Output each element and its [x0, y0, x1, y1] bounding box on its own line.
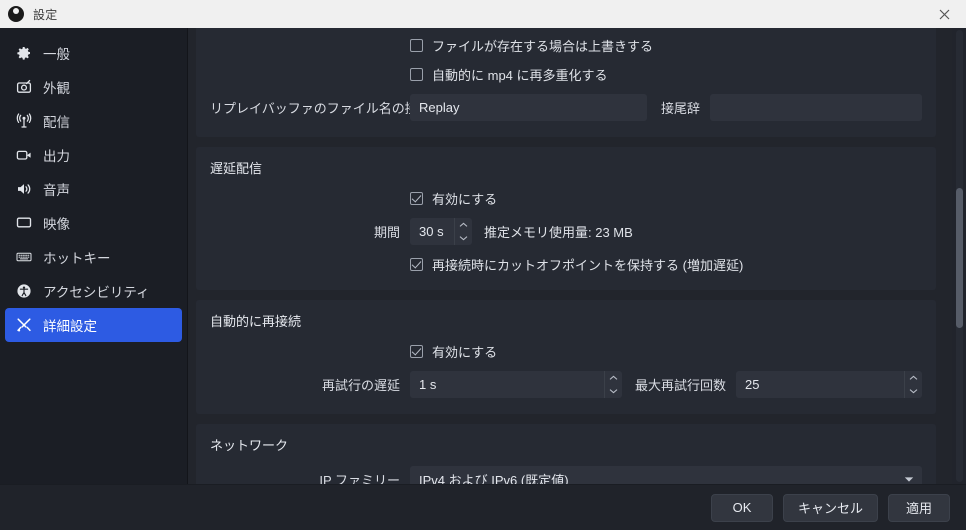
remux-checkbox[interactable]	[410, 68, 423, 81]
ok-button[interactable]: OK	[710, 493, 773, 522]
delay-duration-value: 30 s	[419, 224, 444, 239]
reconnect-enable-checkbox[interactable]	[410, 345, 423, 358]
sidebar-item-label: 詳細設定	[43, 319, 97, 334]
reconnect-group: 自動的に再接続 有効にする 再試行の遅延 1 s 最大再試行回数 25	[196, 300, 936, 414]
sidebar-item-label: 映像	[43, 217, 70, 232]
delay-enable-row[interactable]: 有効にする	[210, 189, 922, 208]
chevron-down-icon[interactable]	[896, 476, 922, 483]
max-retries-spinbox[interactable]: 25	[736, 371, 922, 398]
remux-checkbox-row[interactable]: 自動的に mp4 に再多重化する	[210, 65, 922, 84]
close-icon[interactable]	[922, 0, 966, 28]
appearance-icon	[14, 77, 34, 97]
overwrite-checkbox-label: ファイルが存在する場合は上書きする	[432, 39, 654, 54]
sidebar-item-label: 出力	[43, 149, 70, 164]
retry-delay-spinbox[interactable]: 1 s	[410, 371, 622, 398]
spin-down-icon[interactable]	[905, 385, 922, 399]
sidebar-item-general[interactable]: 一般	[5, 36, 182, 70]
sidebar-item-label: 一般	[43, 47, 70, 62]
sidebar-item-hotkeys[interactable]: ホットキー	[5, 240, 182, 274]
sidebar-item-label: 配信	[43, 115, 70, 130]
cancel-button[interactable]: キャンセル	[782, 493, 878, 522]
overwrite-checkbox-row[interactable]: ファイルが存在する場合は上書きする	[210, 36, 922, 55]
speaker-icon	[14, 179, 34, 199]
spin-up-icon[interactable]	[905, 371, 922, 385]
sidebar-item-audio[interactable]: 音声	[5, 172, 182, 206]
max-retries-label: 最大再試行回数	[635, 378, 727, 393]
replay-prefix-label: リプレイバッファのファイル名の接頭辞	[210, 101, 444, 116]
spin-up-icon[interactable]	[605, 371, 622, 385]
sidebar-item-label: 音声	[43, 183, 70, 198]
spin-down-icon[interactable]	[455, 232, 472, 246]
sidebar-item-appearance[interactable]: 外観	[5, 70, 182, 104]
recording-group: ファイルが存在する場合は上書きする 自動的に mp4 に再多重化する リプレイバ…	[196, 28, 936, 137]
window-title: 設定	[33, 7, 58, 22]
sidebar-item-label: ホットキー	[43, 251, 111, 266]
network-group-title: ネットワーク	[210, 438, 289, 453]
dialog-footer: OK キャンセル 適用	[0, 484, 966, 530]
settings-content: ファイルが存在する場合は上書きする 自動的に mp4 に再多重化する リプレイバ…	[188, 28, 966, 484]
retry-delay-arrows[interactable]	[604, 371, 622, 398]
scroll-viewport: ファイルが存在する場合は上書きする 自動的に mp4 に再多重化する リプレイバ…	[188, 28, 952, 484]
replay-suffix-input[interactable]	[710, 94, 922, 121]
retry-delay-label: 再試行の遅延	[321, 378, 400, 393]
sidebar-item-output[interactable]: 出力	[5, 138, 182, 172]
sidebar-item-advanced[interactable]: 詳細設定	[5, 308, 182, 342]
delay-duration-label: 期間	[373, 225, 400, 240]
accessibility-icon	[14, 281, 34, 301]
delay-preserve-checkbox[interactable]	[410, 258, 423, 271]
max-retries-arrows[interactable]	[904, 371, 922, 398]
title-bar: 設定	[0, 0, 966, 28]
remux-checkbox-label: 自動的に mp4 に再多重化する	[432, 68, 608, 83]
content-scrollbar[interactable]	[952, 28, 966, 484]
keyboard-icon	[14, 247, 34, 267]
sidebar-item-accessibility[interactable]: アクセシビリティ	[5, 274, 182, 308]
output-camera-icon	[14, 145, 34, 165]
scrollbar-thumb[interactable]	[956, 188, 963, 328]
retry-delay-value: 1 s	[419, 377, 437, 392]
monitor-icon	[14, 213, 34, 233]
max-retries-value: 25	[745, 377, 760, 392]
settings-window: 一般 外観 配信 出力 音声 映像 ホットキー アクセシビリティ 詳細設定 ファ…	[0, 28, 966, 530]
sidebar: 一般 外観 配信 出力 音声 映像 ホットキー アクセシビリティ 詳細設定	[0, 28, 188, 484]
obs-logo-icon	[8, 6, 24, 22]
delay-enable-label: 有効にする	[432, 192, 498, 207]
overwrite-checkbox[interactable]	[410, 39, 423, 52]
replay-prefix-input[interactable]: Replay	[410, 94, 647, 121]
spin-down-icon[interactable]	[605, 385, 622, 399]
broadcast-icon	[14, 111, 34, 131]
tools-icon	[14, 315, 34, 335]
delay-preserve-row[interactable]: 再接続時にカットオフポイントを保持する (増加遅延)	[210, 255, 922, 274]
delay-memory-hint: 推定メモリ使用量: 23 MB	[484, 225, 633, 240]
gear-icon	[14, 43, 34, 63]
delay-group-title: 遅延配信	[210, 161, 263, 176]
ip-family-combobox[interactable]: IPv4 および IPv6 (既定値)	[410, 466, 922, 484]
sidebar-item-label: アクセシビリティ	[43, 285, 150, 300]
reconnect-group-title: 自動的に再接続	[210, 314, 302, 329]
network-group: ネットワーク IP ファミリー IPv4 および IPv6 (既定値)	[196, 424, 936, 484]
apply-button[interactable]: 適用	[888, 493, 950, 522]
delay-duration-arrows[interactable]	[454, 218, 472, 245]
sidebar-item-label: 外観	[43, 81, 70, 96]
ip-family-value: IPv4 および IPv6 (既定値)	[419, 473, 569, 484]
spin-up-icon[interactable]	[455, 218, 472, 232]
delay-preserve-label: 再接続時にカットオフポイントを保持する (増加遅延)	[432, 258, 744, 273]
delay-enable-checkbox[interactable]	[410, 192, 423, 205]
delay-group: 遅延配信 有効にする 期間 30 s 推定メモリ使用量: 23 MB 再接続時に…	[196, 147, 936, 290]
replay-suffix-label: 接尾辞	[661, 101, 701, 116]
reconnect-enable-label: 有効にする	[432, 345, 498, 360]
ip-family-label: IP ファミリー	[319, 473, 400, 484]
reconnect-enable-row[interactable]: 有効にする	[210, 342, 922, 361]
sidebar-item-stream[interactable]: 配信	[5, 104, 182, 138]
delay-duration-spinbox[interactable]: 30 s	[410, 218, 472, 245]
sidebar-item-video[interactable]: 映像	[5, 206, 182, 240]
